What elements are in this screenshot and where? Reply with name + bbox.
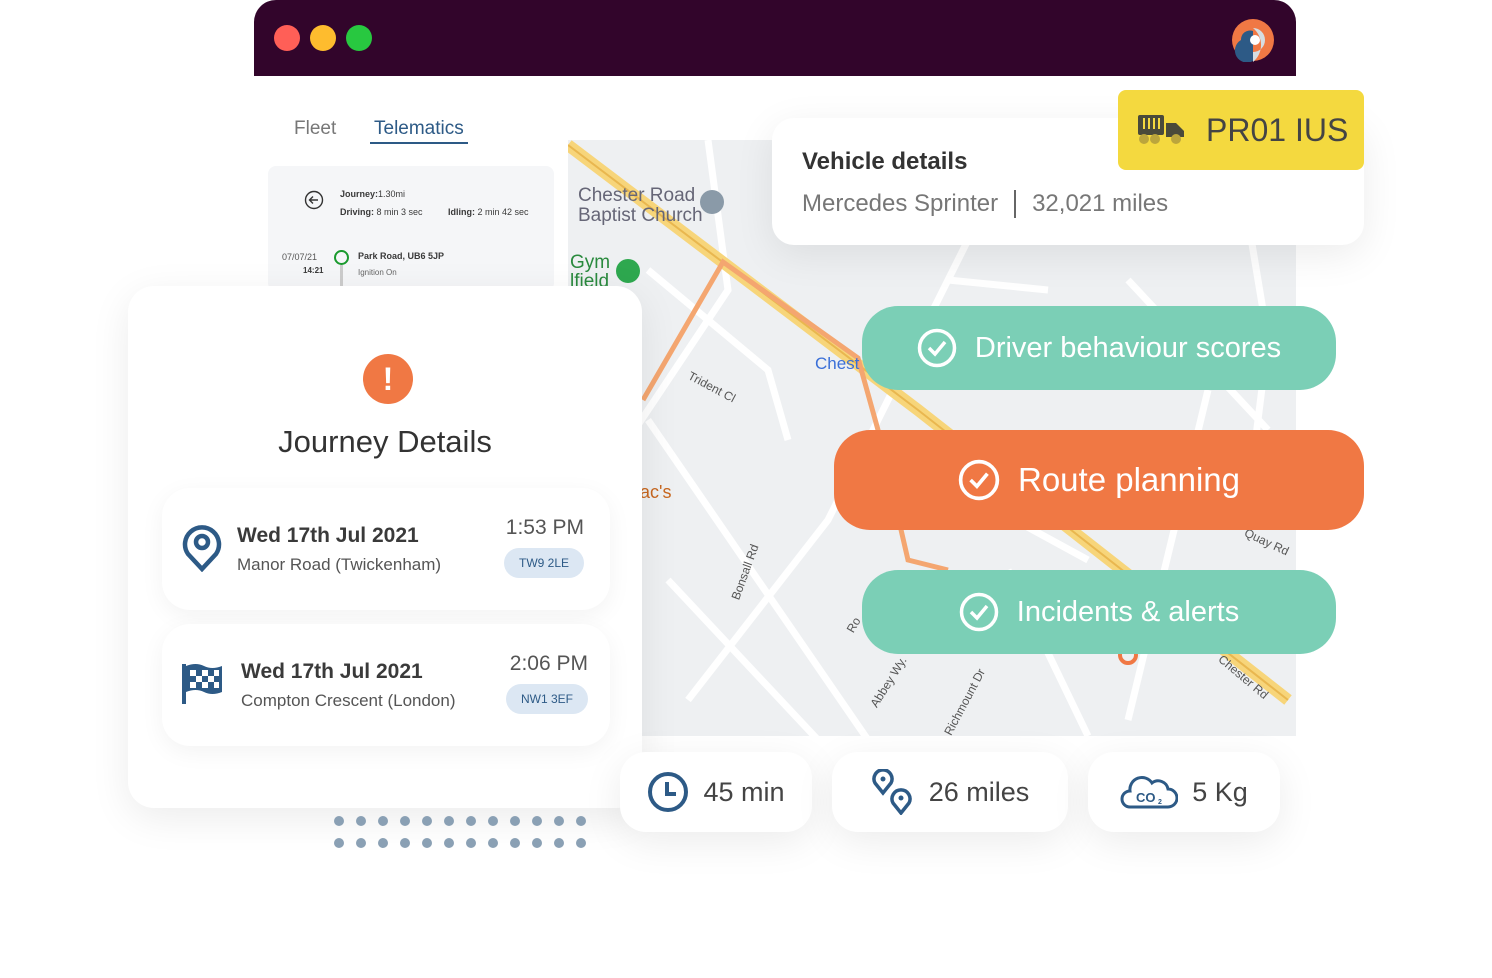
- svg-text:2: 2: [1158, 799, 1162, 806]
- decorative-dot: [510, 816, 520, 826]
- idling-value: 2 min 42 sec: [477, 207, 529, 217]
- decorative-dot: [422, 838, 432, 848]
- check-circle-icon: [958, 459, 1000, 501]
- decorative-dot: [488, 838, 498, 848]
- decorative-dot: [466, 838, 476, 848]
- end-postcode-chip: NW1 3EF: [505, 684, 588, 714]
- duration-stat: 45 min: [620, 752, 812, 832]
- plate-number: PR01 IUS: [1206, 111, 1349, 148]
- number-plate-badge: PR01 IUS: [1118, 90, 1364, 170]
- map-label: ac's: [640, 482, 672, 502]
- distance-stat: 26 miles: [832, 752, 1068, 832]
- checkered-flag-icon: [182, 664, 222, 704]
- decorative-dot: [510, 838, 520, 848]
- journey-end: Wed 17th Jul 2021 Compton Crescent (Lond…: [162, 624, 610, 746]
- decorative-dot: [532, 838, 542, 848]
- feature-driver-behaviour: Driver behaviour scores: [862, 306, 1336, 390]
- tab-telematics[interactable]: Telematics: [370, 118, 468, 144]
- feature-label: Driver behaviour scores: [974, 331, 1282, 364]
- check-circle-icon: [917, 328, 957, 368]
- divider: [1014, 190, 1017, 218]
- event-status: Ignition On: [358, 268, 397, 277]
- alert-icon: !: [363, 354, 413, 404]
- start-postcode-chip: TW9 2LE: [503, 548, 584, 578]
- tab-fleet[interactable]: Fleet: [294, 118, 336, 140]
- svg-text:CO: CO: [1136, 790, 1156, 805]
- location-pin-icon: [182, 525, 222, 572]
- journey-label: Journey:: [340, 189, 379, 199]
- start-time: 1:53 PM: [505, 516, 584, 539]
- decorative-dot: [400, 816, 410, 826]
- feature-label: Route planning: [1017, 461, 1240, 498]
- decorative-dot: [554, 838, 564, 848]
- decorative-dot: [576, 838, 586, 848]
- journey-summary-panel: Journey:1.30mi Driving: 8 min 3 sec Idli…: [268, 166, 554, 291]
- decorative-dot: [334, 816, 344, 826]
- decorative-dot: [554, 816, 564, 826]
- route-pins-icon: [871, 769, 912, 815]
- feature-route-planning: Route planning: [834, 430, 1364, 530]
- idling-label: Idling:: [448, 207, 475, 217]
- driving-value: 8 min 3 sec: [376, 207, 423, 217]
- driving-label: Driving:: [340, 207, 375, 217]
- duration-value: 45 min: [703, 776, 785, 807]
- minimize-button[interactable]: [310, 25, 336, 51]
- decorative-dot: [356, 816, 366, 826]
- event-place: Park Road, UB6 5JP: [358, 251, 445, 261]
- close-button[interactable]: [274, 25, 300, 51]
- decorative-dot: [488, 816, 498, 826]
- journey-value: 1.30mi: [378, 189, 406, 199]
- map-label: Chest: [815, 354, 860, 373]
- distance-value: 26 miles: [928, 776, 1030, 807]
- decorative-dot: [334, 838, 344, 848]
- feature-label: Incidents & alerts: [1016, 595, 1240, 628]
- clock-icon: [648, 772, 689, 812]
- decorative-dot: [444, 816, 454, 826]
- decorative-dot: [356, 838, 366, 848]
- map-label: Baptist Church: [578, 205, 703, 226]
- check-circle-icon: [959, 592, 999, 632]
- co2-stat: CO 2 5 Kg: [1088, 752, 1280, 832]
- vehicle-mileage: 32,021 miles: [1032, 190, 1169, 217]
- truck-icon: [1138, 115, 1184, 144]
- event-marker-icon: [334, 250, 349, 265]
- decorative-dot-grid: [334, 816, 598, 848]
- decorative-dot: [444, 838, 454, 848]
- co2-cloud-icon: CO 2: [1120, 776, 1179, 809]
- end-date: Wed 17th Jul 2021: [241, 660, 423, 683]
- decorative-dot: [400, 838, 410, 848]
- map-label: Gym: [570, 252, 611, 273]
- vehicle-details-title: Vehicle details: [802, 148, 968, 175]
- event-time: 14:21: [303, 266, 324, 275]
- decorative-dot: [576, 816, 586, 826]
- co2-value: 5 Kg: [1192, 776, 1248, 807]
- end-time: 2:06 PM: [509, 652, 588, 675]
- decorative-dot: [378, 838, 388, 848]
- start-date: Wed 17th Jul 2021: [237, 524, 419, 547]
- decorative-dot: [466, 816, 476, 826]
- start-place: Manor Road (Twickenham): [237, 555, 442, 574]
- vehicle-model: Mercedes Sprinter: [802, 190, 999, 217]
- back-arrow-icon[interactable]: [304, 190, 324, 210]
- decorative-dot: [422, 816, 432, 826]
- decorative-dot: [378, 816, 388, 826]
- journey-start: Wed 17th Jul 2021 Manor Road (Twickenham…: [162, 488, 610, 610]
- maximize-button[interactable]: [346, 25, 372, 51]
- decorative-dot: [532, 816, 542, 826]
- event-date: 07/07/21: [282, 252, 318, 262]
- end-place: Compton Crescent (London): [241, 691, 456, 710]
- journey-details-title: Journey Details: [278, 424, 492, 459]
- map-label: Chester Road: [578, 185, 696, 206]
- feature-incidents-alerts: Incidents & alerts: [862, 570, 1336, 654]
- app-logo-icon: [1232, 19, 1274, 62]
- window-titlebar: [254, 0, 1296, 76]
